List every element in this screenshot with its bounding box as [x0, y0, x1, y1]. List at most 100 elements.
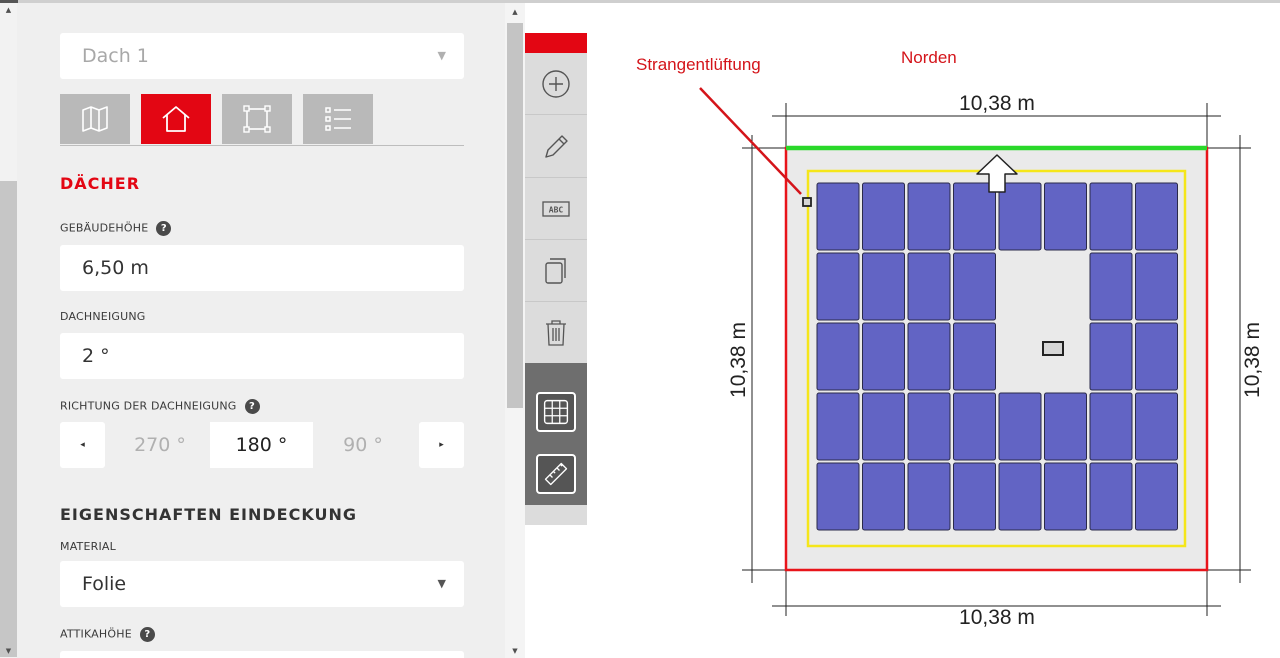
roof-pitch-label: DACHNEIGUNG: [60, 310, 146, 323]
solar-panel[interactable]: [1135, 252, 1178, 321]
solar-panel[interactable]: [907, 392, 951, 461]
outer-scrollbar-thumb[interactable]: [0, 181, 17, 657]
solar-panel[interactable]: [953, 322, 996, 391]
building-height-label: GEBÄUDEHÖHE?: [60, 221, 172, 236]
solar-panel[interactable]: [1089, 392, 1133, 461]
solar-panel[interactable]: [1135, 392, 1178, 461]
solar-panel[interactable]: [816, 252, 860, 321]
building-height-label-text: GEBÄUDEHÖHE: [60, 221, 149, 235]
delete-button[interactable]: [525, 302, 587, 364]
help-icon[interactable]: ?: [156, 221, 172, 236]
solar-panel[interactable]: [816, 322, 860, 391]
text-label-button[interactable]: ABC: [525, 178, 587, 240]
solar-panel[interactable]: [1089, 252, 1133, 321]
solar-panel[interactable]: [907, 462, 951, 531]
copy-button[interactable]: [525, 240, 587, 302]
panel-scrollbar-thumb[interactable]: [507, 23, 523, 408]
pitch-direction-label-text: RICHTUNG DER DACHNEIGUNG: [60, 399, 237, 413]
tab-list[interactable]: [303, 94, 373, 144]
roof-select[interactable]: Dach 1 ▼: [60, 33, 464, 79]
pitch-direction-selector: ◂ 270 ° 180 ° 90 ° ▸: [60, 422, 464, 468]
trash-icon: [546, 319, 566, 346]
material-label: MATERIAL: [60, 540, 116, 553]
dimension-bottom: 10,38 m: [959, 606, 1035, 629]
list-icon: [325, 107, 351, 131]
solar-panel[interactable]: [953, 252, 996, 321]
tool-strip-header: [525, 33, 587, 53]
direction-next-button[interactable]: ▸: [419, 422, 464, 468]
solar-panel[interactable]: [1089, 462, 1133, 531]
parapet-height-label-text: ATTIKAHÖHE: [60, 627, 132, 641]
tool-divider: [525, 363, 587, 381]
solar-panel[interactable]: [862, 322, 905, 391]
tab-map[interactable]: [60, 94, 130, 144]
chevron-down-icon: ▼: [437, 577, 446, 590]
solar-panel[interactable]: [1044, 182, 1087, 251]
add-button[interactable]: [525, 53, 587, 115]
solar-panel[interactable]: [862, 252, 905, 321]
measure-button[interactable]: [525, 443, 587, 505]
tab-roof[interactable]: [141, 94, 211, 144]
map-icon: [82, 106, 108, 132]
solar-panel[interactable]: [862, 182, 905, 251]
outer-scrollbar[interactable]: ▲ ▼: [0, 3, 17, 658]
solar-panel[interactable]: [998, 392, 1042, 461]
solar-panel[interactable]: [862, 462, 905, 531]
tab-area[interactable]: [222, 94, 292, 144]
grid-button[interactable]: [525, 381, 587, 443]
text-label-icon-text: ABC: [549, 205, 564, 214]
solar-panel[interactable]: [1135, 322, 1178, 391]
scroll-up-arrow[interactable]: ▲: [0, 3, 17, 17]
direction-prev-button[interactable]: ◂: [60, 422, 105, 468]
vent-marker[interactable]: [802, 197, 812, 207]
area-icon: [243, 105, 271, 133]
direction-option-selected[interactable]: 180 °: [210, 422, 313, 468]
material-select[interactable]: Folie ▼: [60, 561, 464, 607]
solar-panel[interactable]: [998, 182, 1042, 251]
roof-plan-drawing: Strangentlüftung Norden 10,38 m 10,38 m …: [636, 48, 1264, 629]
solar-panel[interactable]: [953, 462, 996, 531]
solar-panel[interactable]: [1044, 462, 1087, 531]
help-icon[interactable]: ?: [244, 399, 260, 414]
solar-panel[interactable]: [1044, 392, 1087, 461]
direction-option[interactable]: 270 °: [110, 422, 210, 468]
roof-plan-canvas[interactable]: Strangentlüftung Norden 10,38 m 10,38 m …: [587, 3, 1280, 658]
solar-panel[interactable]: [907, 252, 951, 321]
solar-panel[interactable]: [953, 392, 996, 461]
scroll-down-arrow[interactable]: ▼: [507, 644, 523, 658]
solar-panel[interactable]: [816, 182, 860, 251]
solar-panel[interactable]: [1089, 182, 1133, 251]
parapet-height-input[interactable]: [60, 651, 464, 658]
solar-panel[interactable]: [862, 392, 905, 461]
direction-option[interactable]: 90 °: [313, 422, 413, 468]
dimension-left: 10,38 m: [727, 322, 750, 398]
solar-panel[interactable]: [1135, 182, 1178, 251]
solar-panel[interactable]: [816, 462, 860, 531]
dimension-top: 10,38 m: [959, 92, 1035, 115]
tool-strip: ABC: [525, 33, 587, 525]
solar-panel[interactable]: [998, 462, 1042, 531]
scroll-up-arrow[interactable]: ▲: [507, 5, 523, 19]
scroll-down-arrow[interactable]: ▼: [0, 644, 17, 658]
section-title-covering: EIGENSCHAFTEN EINDECKUNG: [60, 505, 357, 524]
solar-panel[interactable]: [953, 182, 996, 251]
copy-icon: [545, 257, 566, 284]
panel-tabs: [60, 94, 464, 146]
solar-panel[interactable]: [816, 392, 860, 461]
parapet-height-label: ATTIKAHÖHE?: [60, 627, 155, 642]
solar-panel[interactable]: [907, 322, 951, 391]
north-label: Norden: [901, 48, 957, 67]
tool-overflow[interactable]: [525, 505, 587, 525]
building-height-input[interactable]: 6,50 m: [60, 245, 464, 291]
pitch-direction-label: RICHTUNG DER DACHNEIGUNG?: [60, 399, 260, 414]
ruler-icon: [544, 462, 568, 486]
solar-panel[interactable]: [1135, 462, 1178, 531]
measure-button-box: [536, 454, 576, 494]
help-icon[interactable]: ?: [139, 627, 155, 642]
edit-button[interactable]: [525, 116, 587, 178]
roof-obstacle[interactable]: [1042, 341, 1064, 356]
roof-pitch-input[interactable]: 2 °: [60, 333, 464, 379]
panel-scrollbar[interactable]: ▲ ▼: [505, 3, 525, 658]
solar-panel[interactable]: [907, 182, 951, 251]
solar-panel[interactable]: [1089, 322, 1133, 391]
